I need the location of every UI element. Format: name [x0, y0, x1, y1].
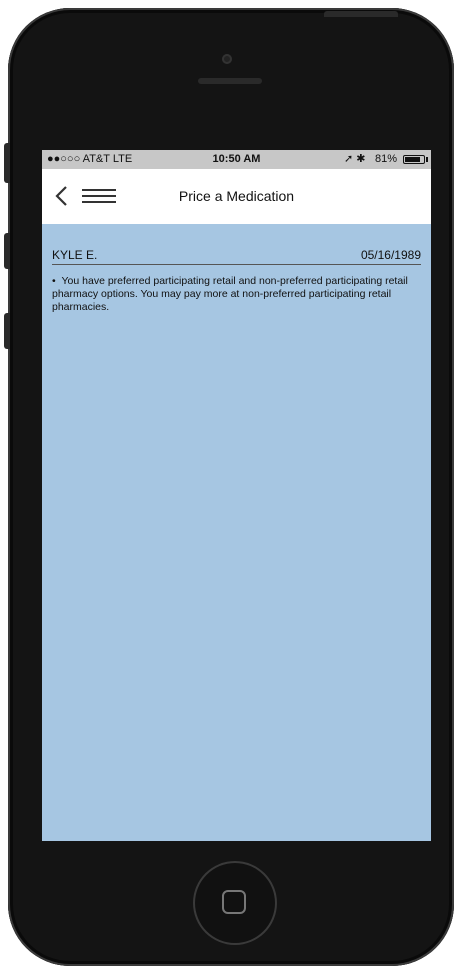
bullet: • [52, 275, 62, 287]
location-bluetooth-icon: ➚ ✱ [344, 153, 366, 165]
patient-dob: 05/16/1989 [360, 248, 421, 262]
main-content: KYLE E. 05/16/1989 • You have preferred … [52, 246, 421, 314]
app-screen: ●●○○○ AT&T LTE 10:50 AM ➚ ✱ 81% Price a … [42, 150, 431, 841]
home-square-icon [222, 890, 246, 914]
status-bar: ●●○○○ AT&T LTE 10:50 AM ➚ ✱ 81% [42, 150, 431, 169]
battery-percent: 81% [374, 153, 397, 165]
volume-down-button [4, 313, 10, 349]
power-button [324, 11, 398, 17]
pharmacy-notice: • You have preferred participating retai… [52, 275, 421, 314]
battery-icon [403, 155, 425, 164]
page-title: Price a Medication [178, 188, 295, 204]
pharmacy-notice-text: You have preferred participating retail … [52, 275, 408, 313]
earpiece [198, 78, 262, 84]
patient-name: KYLE E. [52, 248, 98, 262]
mute-switch [4, 143, 10, 183]
status-time: 10:50 AM [212, 153, 261, 165]
volume-up-button [4, 233, 10, 269]
battery-tip [426, 157, 428, 162]
home-button[interactable] [193, 861, 277, 945]
patient-header: KYLE E. 05/16/1989 [52, 246, 421, 265]
front-camera [222, 54, 232, 64]
nav-bar: Price a Medication [42, 169, 431, 224]
battery-level [405, 157, 420, 162]
